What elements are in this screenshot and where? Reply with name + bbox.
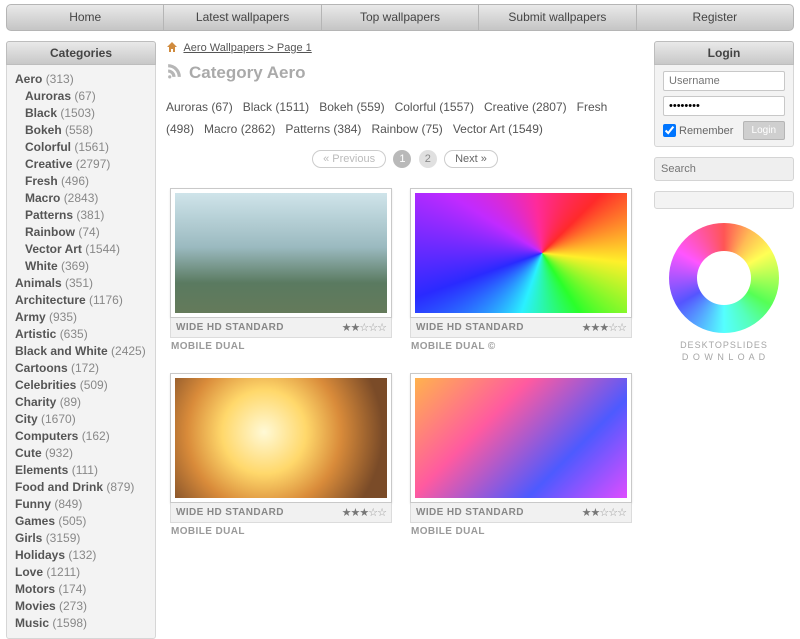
category-aero[interactable]: Aero [15, 72, 46, 86]
rating-stars: ★★★☆☆ [582, 321, 626, 334]
username-input[interactable] [663, 71, 785, 91]
subcat-link[interactable]: Colorful (1557) [395, 100, 474, 114]
category-white[interactable]: White [25, 259, 61, 273]
ad-placeholder [654, 191, 794, 209]
category-colorful[interactable]: Colorful [25, 140, 74, 154]
category-black-and-white[interactable]: Black and White [15, 344, 111, 358]
category-charity[interactable]: Charity [15, 395, 60, 409]
colorwheel-icon [669, 223, 779, 333]
subcat-link[interactable]: Macro (2862) [204, 122, 275, 136]
category-motors[interactable]: Motors [15, 582, 58, 596]
subcategory-row: Auroras (67) Black (1511) Bokeh (559) Color… [166, 96, 644, 140]
category-bokeh[interactable]: Bokeh [25, 123, 65, 137]
search-box [654, 157, 794, 181]
rss-icon[interactable] [166, 62, 183, 84]
category-army[interactable]: Army [15, 310, 49, 324]
category-movies[interactable]: Movies [15, 599, 59, 613]
categories-list: Aero (313)Auroras (67)Black (1503)Bokeh … [6, 65, 156, 639]
rating-stars: ★★☆☆☆ [342, 321, 386, 334]
category-title: Category Aero [189, 63, 306, 83]
wallpaper-card[interactable]: WIDE HD STANDARD★★★☆☆MOBILE DUAL [170, 373, 392, 540]
top-nav: HomeLatest wallpapersTop wallpapersSubmi… [6, 4, 794, 31]
remember-label[interactable]: Remember [663, 124, 733, 137]
categories-heading: Categories [6, 41, 156, 65]
category-elements[interactable]: Elements [15, 463, 72, 477]
login-heading: Login [654, 41, 794, 65]
category-auroras[interactable]: Auroras [25, 89, 74, 103]
breadcrumb-link[interactable]: Aero Wallpapers > Page 1 [183, 42, 311, 54]
next-button[interactable]: Next » [444, 150, 498, 168]
subcat-link[interactable]: Rainbow (75) [371, 122, 442, 136]
category-rainbow[interactable]: Rainbow [25, 225, 78, 239]
prev-button: « Previous [312, 150, 386, 168]
category-artistic[interactable]: Artistic [15, 327, 60, 341]
category-macro[interactable]: Macro [25, 191, 64, 205]
category-computers[interactable]: Computers [15, 429, 82, 443]
rating-stars: ★★★☆☆ [342, 506, 386, 519]
subcat-link[interactable]: Black (1511) [243, 100, 309, 114]
search-input[interactable] [655, 158, 800, 180]
category-cartoons[interactable]: Cartoons [15, 361, 71, 375]
subcat-link[interactable]: Auroras (67) [166, 100, 233, 114]
category-celebrities[interactable]: Celebrities [15, 378, 80, 392]
subcat-link[interactable]: Bokeh (559) [319, 100, 384, 114]
subcat-link[interactable]: Creative (2807) [484, 100, 567, 114]
nav-latest-wallpapers[interactable]: Latest wallpapers [164, 5, 321, 30]
category-fresh[interactable]: Fresh [25, 174, 61, 188]
login-button[interactable]: Login [743, 121, 785, 140]
download-logo[interactable]: DESKTOPSLIDES D O W N L O A D [654, 223, 794, 363]
category-black[interactable]: Black [25, 106, 60, 120]
subcat-link[interactable]: Patterns (384) [285, 122, 361, 136]
category-architecture[interactable]: Architecture [15, 293, 89, 307]
category-food-and-drink[interactable]: Food and Drink [15, 480, 106, 494]
category-heading: Category Aero [166, 62, 644, 84]
category-love[interactable]: Love [15, 565, 46, 579]
category-patterns[interactable]: Patterns [25, 208, 76, 222]
category-creative[interactable]: Creative [25, 157, 76, 171]
remember-checkbox[interactable] [663, 124, 676, 137]
page-2[interactable]: 2 [419, 150, 437, 168]
nav-home[interactable]: Home [7, 5, 164, 30]
subcat-link[interactable]: Vector Art (1549) [453, 122, 543, 136]
category-music[interactable]: Music [15, 616, 52, 630]
password-input[interactable] [663, 96, 785, 116]
nav-register[interactable]: Register [637, 5, 793, 30]
breadcrumb: Aero Wallpapers > Page 1 [166, 41, 644, 56]
category-girls[interactable]: Girls [15, 531, 46, 545]
wallpaper-card[interactable]: WIDE HD STANDARD★★☆☆☆MOBILE DUAL [410, 373, 632, 540]
nav-top-wallpapers[interactable]: Top wallpapers [322, 5, 479, 30]
home-icon [166, 41, 178, 56]
wallpaper-card[interactable]: WIDE HD STANDARD★★★☆☆MOBILE DUAL © [410, 188, 632, 355]
thumbnail-grid: WIDE HD STANDARD★★☆☆☆MOBILE DUALWIDE HD … [166, 180, 644, 548]
category-holidays[interactable]: Holidays [15, 548, 68, 562]
login-panel: Remember Login [654, 65, 794, 147]
rating-stars: ★★☆☆☆ [582, 506, 626, 519]
nav-submit-wallpapers[interactable]: Submit wallpapers [479, 5, 636, 30]
category-games[interactable]: Games [15, 514, 58, 528]
category-animals[interactable]: Animals [15, 276, 65, 290]
page-1[interactable]: 1 [393, 150, 411, 168]
category-city[interactable]: City [15, 412, 41, 426]
wallpaper-card[interactable]: WIDE HD STANDARD★★☆☆☆MOBILE DUAL [170, 188, 392, 355]
category-funny[interactable]: Funny [15, 497, 54, 511]
category-cute[interactable]: Cute [15, 446, 45, 460]
pagination: « Previous 1 2 Next » [166, 150, 644, 168]
category-vector-art[interactable]: Vector Art [25, 242, 85, 256]
